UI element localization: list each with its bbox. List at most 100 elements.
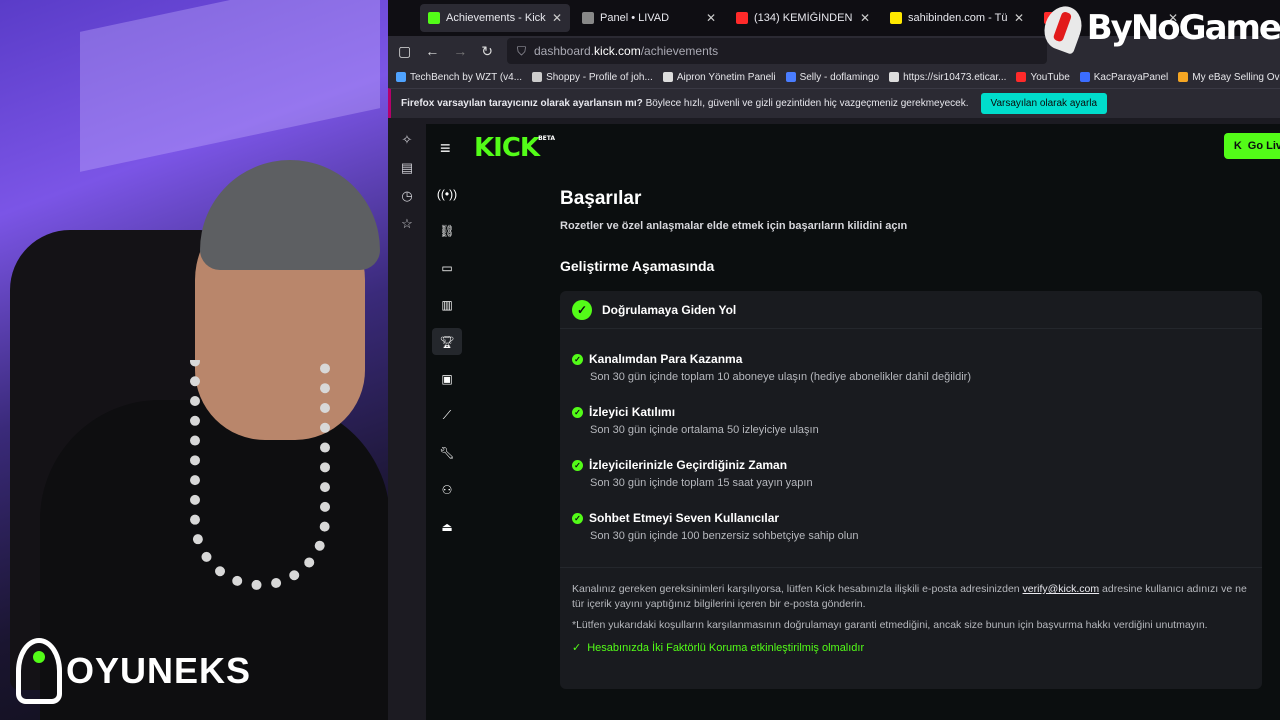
requirement-item: ✓ Sohbet Etmeyi Seven Kullanıcılar Son 30 … bbox=[572, 511, 1262, 564]
tab-label: Achievements - Kick Dashbo bbox=[446, 12, 546, 24]
card-header: ✓ Doğrulamaya Giden Yol bbox=[560, 291, 1262, 329]
broadcast-icon[interactable]: ((•)) bbox=[432, 180, 462, 207]
oyuneks-watermark: OYUNEKS bbox=[16, 638, 251, 704]
webcam-feed bbox=[0, 0, 388, 720]
streamer-chain bbox=[190, 360, 330, 590]
bookmark-item[interactable]: Selly - doflamingo bbox=[785, 72, 879, 83]
bookmark-item[interactable]: Shoppy - Profile of joh... bbox=[532, 72, 653, 83]
analytics-icon[interactable]: ⟋ bbox=[432, 402, 462, 429]
notice-text: Böylece hızlı, güvenli ve gizli gezintid… bbox=[645, 98, 969, 109]
bookmark-item[interactable]: https://sir10473.eticar... bbox=[889, 72, 1006, 83]
requirement-title: İzleyicilerinizle Geçirdiğiniz Zaman bbox=[589, 458, 788, 472]
bookmark-favicon-icon bbox=[662, 72, 673, 82]
menu-icon[interactable]: ≡ bbox=[440, 138, 464, 159]
bookmark-icon[interactable]: ▤ bbox=[401, 160, 413, 176]
trophy-icon[interactable]: 🏆︎ bbox=[432, 328, 462, 355]
bookmark-favicon-icon bbox=[785, 72, 796, 82]
requirement-item: ✓ İzleyicilerinizle Geçirdiğiniz Zaman Son… bbox=[572, 458, 1262, 511]
bookmark-favicon-icon bbox=[532, 72, 543, 82]
reload-icon[interactable]: ↻ bbox=[481, 43, 493, 60]
url-text: dashboard.kick.com/achievements bbox=[533, 44, 719, 58]
requirement-description: Son 30 gün içinde toplam 10 aboneye ulaş… bbox=[590, 371, 971, 383]
tab-favicon-icon bbox=[890, 12, 902, 24]
bookmark-favicon-icon bbox=[1016, 72, 1027, 82]
verify-email-link[interactable]: verify@kick.com bbox=[1023, 583, 1100, 595]
requirement-title: Sohbet Etmeyi Seven Kullanıcılar bbox=[589, 511, 780, 525]
close-icon[interactable]: ✕ bbox=[706, 11, 716, 25]
wrench-icon[interactable]: 🔧︎ bbox=[432, 439, 462, 466]
requirements-list: ✓ Kanalımdan Para Kazanma Son 30 gün içind… bbox=[560, 329, 1262, 564]
kick-logo[interactable]: KICK BETA bbox=[474, 133, 555, 163]
browser-sidebar: ✧ ▤ ◷ ☆ bbox=[388, 124, 426, 720]
tab-label: Panel • LIVAD bbox=[600, 12, 670, 24]
check-circle-icon: ✓ bbox=[572, 406, 583, 418]
check-circle-icon: ✓ bbox=[572, 459, 583, 471]
tab-favicon-icon bbox=[582, 12, 594, 24]
sidebar-toggle-icon[interactable]: ▢ bbox=[398, 43, 411, 60]
browser-tab[interactable]: (134) KEMİĞİNDEN AYRIL/ ✕ bbox=[728, 4, 878, 32]
check-circle-icon: ✓ bbox=[572, 512, 583, 524]
bookmark-item[interactable]: Aipron Yönetim Paneli bbox=[662, 72, 776, 83]
check-circle-icon: ✓ bbox=[572, 353, 583, 365]
check-icon: ✓ bbox=[572, 642, 582, 654]
two-factor-requirement: ✓ Hesabınızda İki Faktörlü Koruma etkinl… bbox=[572, 642, 865, 654]
history-icon[interactable]: ◷ bbox=[401, 188, 412, 204]
requirement-item: ✓ Kanalımdan Para Kazanma Son 30 gün içind… bbox=[572, 352, 1262, 405]
kick-sidebar: ((•)) ⛓ ▭ ▥ 🏆︎ ▣ ⟋ 🔧︎ ⚇ ⏏ bbox=[426, 172, 468, 720]
default-browser-notice: Firefox varsayılan tarayıcınız olarak ay… bbox=[388, 88, 1280, 118]
bookmark-favicon-icon bbox=[1079, 72, 1090, 82]
requirement-description: Son 30 gün içinde ortalama 50 izleyiciye… bbox=[590, 424, 819, 436]
achievements-content: Başarılar Rozetler ve özel anlaşmalar el… bbox=[468, 172, 1280, 720]
bynogame-logo-icon bbox=[1038, 1, 1088, 55]
requirement-title: İzleyici Katılımı bbox=[589, 405, 676, 419]
requirement-description: Son 30 gün içinde toplam 15 saat yayın y… bbox=[590, 477, 813, 489]
users-icon[interactable]: ⚇ bbox=[432, 476, 462, 503]
card-title: Doğrulamaya Giden Yol bbox=[602, 302, 737, 317]
kick-topbar: ≡ KICK BETA K Go Liv bbox=[426, 124, 1280, 172]
url-bar[interactable]: ⛉ dashboard.kick.com/achievements bbox=[506, 38, 1047, 64]
close-icon[interactable]: ✕ bbox=[860, 11, 870, 25]
notice-bold: Firefox varsayılan tarayıcınız olarak ay… bbox=[401, 98, 643, 109]
bynogame-watermark: ByNoGame bbox=[1038, 1, 1280, 55]
shield-icon: ⛉ bbox=[516, 43, 526, 58]
oyuneks-logo-icon bbox=[16, 638, 62, 704]
browser-tab[interactable]: Achievements - Kick Dashbo ✕ bbox=[420, 4, 570, 32]
bookmark-favicon-icon bbox=[889, 72, 900, 82]
window-icon[interactable]: ▭ bbox=[432, 254, 462, 281]
section-title: Geliştirme Aşamasında bbox=[560, 258, 715, 274]
webcam-light bbox=[80, 0, 380, 172]
close-icon[interactable]: ✕ bbox=[552, 11, 562, 25]
bookmark-favicon-icon bbox=[396, 72, 406, 82]
go-live-button[interactable]: K Go Liv bbox=[1223, 133, 1280, 159]
screen: Achievements - Kick Dashbo✕Panel • LIVAD… bbox=[0, 0, 1280, 720]
verification-card: ✓ Doğrulamaya Giden Yol ✓ Kanalımdan Para… bbox=[560, 291, 1262, 689]
kick-dashboard: ≡ KICK BETA K Go Liv ((•)) ⛓ ▭ ▥ 🏆︎ ▣ ⟋ 🔧… bbox=[426, 124, 1280, 720]
requirement-title: Kanalımdan Para Kazanma bbox=[589, 352, 743, 366]
forward-icon[interactable]: → bbox=[453, 43, 467, 59]
sparkle-icon[interactable]: ✧ bbox=[402, 132, 413, 148]
back-icon[interactable]: ← bbox=[425, 43, 439, 59]
browser-tab[interactable]: Panel • LIVAD ✕ bbox=[574, 4, 724, 32]
close-icon[interactable]: ✕ bbox=[1014, 11, 1024, 25]
requirement-item: ✓ İzleyici Katılımı Son 30 gün içinde orta… bbox=[572, 405, 1262, 458]
streamer-cap bbox=[200, 160, 380, 270]
bookmark-item[interactable]: KacParayaPanel bbox=[1079, 72, 1168, 83]
kick-k-icon: K bbox=[1233, 140, 1242, 152]
star-icon[interactable]: ☆ bbox=[401, 216, 413, 232]
chart-icon[interactable]: ▥ bbox=[432, 291, 462, 318]
tab-label: (134) KEMİĞİNDEN AYRIL/ bbox=[754, 12, 854, 24]
video-icon[interactable]: ▣ bbox=[432, 365, 462, 392]
upload-icon[interactable]: ⏏ bbox=[432, 513, 462, 540]
tab-label: sahibinden.com - Türkiye' bbox=[908, 12, 1008, 24]
bookmark-item[interactable]: TechBench by WZT (v4... bbox=[396, 72, 522, 83]
verified-badge-icon: ✓ bbox=[572, 299, 592, 320]
link-icon[interactable]: ⛓ bbox=[432, 217, 462, 244]
tab-favicon-icon bbox=[428, 12, 440, 24]
bookmark-item[interactable]: My eBay Selling Overv... bbox=[1178, 72, 1280, 83]
set-default-button[interactable]: Varsayılan olarak ayarla bbox=[980, 93, 1108, 114]
bookmark-item[interactable]: YouTube bbox=[1016, 72, 1070, 83]
footer-disclaimer: *Lütfen yukarıdaki koşulların karşılanma… bbox=[572, 619, 1208, 631]
footer-instructions: Kanalınız gereken gereksinimleri karşılı… bbox=[572, 583, 1247, 610]
card-footer: Kanalınız gereken gereksinimleri karşılı… bbox=[560, 567, 1262, 656]
browser-tab[interactable]: sahibinden.com - Türkiye' ✕ bbox=[882, 4, 1032, 32]
